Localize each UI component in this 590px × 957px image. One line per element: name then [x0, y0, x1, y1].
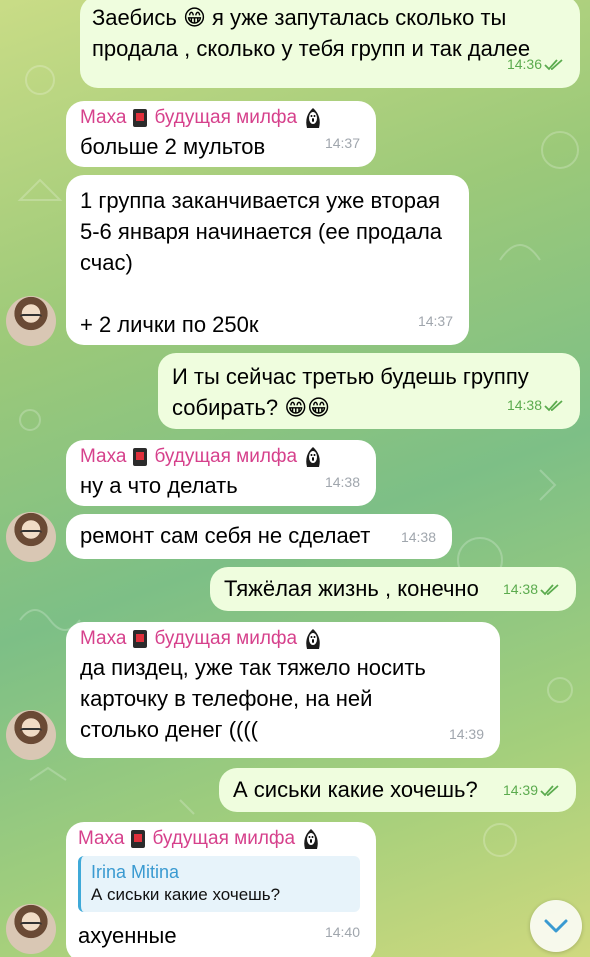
message-text: больше 2 мультов: [80, 134, 266, 159]
reply-author: Irina Mitina: [91, 862, 180, 882]
sender-header: Маха будущая милфа: [80, 626, 486, 652]
message-time: 14:39: [502, 782, 538, 798]
sender-title: будущая милфа: [152, 828, 296, 849]
message-incoming[interactable]: Маха будущая милфа да пиздец, уже так тя…: [66, 622, 500, 758]
message-text: да пиздец, уже так тяжело носить карточк…: [80, 655, 432, 742]
message-outgoing[interactable]: Заебись 😁 я уже запуталась сколько ты пр…: [80, 0, 580, 88]
message-outgoing[interactable]: А сиськи какие хочешь? 14:39: [219, 768, 576, 812]
message-time: 14:36: [506, 56, 542, 72]
message-incoming[interactable]: Маха будущая милфа ну а что делать 14:38: [66, 440, 376, 506]
message-outgoing[interactable]: Тяжёлая жизнь , конечно 14:38: [210, 567, 576, 611]
message-meta: 14:39: [503, 775, 560, 806]
scream-mask-icon: [304, 829, 318, 849]
message-text: ну а что делать: [80, 473, 238, 498]
sender-header: Маха будущая милфа: [78, 826, 362, 852]
scream-mask-icon: [306, 629, 320, 649]
message-meta: 14:38: [503, 574, 560, 605]
double-check-icon: [544, 399, 563, 411]
sender-name[interactable]: Маха: [80, 444, 126, 470]
sender-name[interactable]: Маха: [80, 626, 126, 652]
sender-name[interactable]: Маха: [80, 105, 126, 131]
message-text: 1 группа заканчивается уже вторая 5-6 ян…: [80, 188, 443, 337]
avatar[interactable]: [6, 904, 56, 954]
avatar[interactable]: [6, 710, 56, 760]
message-outgoing[interactable]: И ты сейчас третью будешь группу собират…: [158, 353, 580, 429]
scream-mask-icon: [306, 447, 320, 467]
reply-text: А сиськи какие хочешь?: [91, 885, 281, 904]
avatar[interactable]: [6, 512, 56, 562]
scroll-down-button[interactable]: [530, 900, 582, 952]
message-time: 14:38: [324, 474, 360, 490]
message-time: 14:39: [448, 726, 484, 742]
sender-title: будущая милфа: [154, 628, 298, 649]
double-check-icon: [544, 58, 563, 70]
message-incoming[interactable]: Маха будущая милфа больше 2 мультов 14:3…: [66, 101, 376, 167]
red-square-icon: [133, 630, 148, 648]
sender-name[interactable]: Маха: [78, 826, 124, 852]
sender-title: будущая милфа: [154, 446, 298, 467]
message-incoming[interactable]: Маха будущая милфа Irina Mitina А сиськи…: [66, 822, 376, 957]
red-square-icon: [133, 109, 148, 127]
red-square-icon: [133, 448, 148, 466]
message-text: ахуенные: [78, 923, 177, 948]
sender-title: будущая милфа: [154, 107, 298, 128]
message-time: 14:37: [324, 135, 360, 151]
sender-header: Маха будущая милфа: [80, 444, 362, 470]
message-text: ремонт сам себя не сделает: [80, 523, 371, 548]
message-meta: 14:37: [325, 128, 360, 159]
message-meta: 14:38: [325, 467, 360, 498]
scream-mask-icon: [306, 108, 320, 128]
message-meta: 14:38: [401, 522, 436, 553]
chevron-down-icon: [544, 919, 568, 933]
message-incoming[interactable]: 1 группа заканчивается уже вторая 5-6 ян…: [66, 175, 469, 345]
message-time: 14:37: [417, 313, 453, 329]
message-meta: 14:36: [507, 49, 564, 80]
message-time: 14:40: [324, 924, 360, 940]
reply-quote[interactable]: Irina Mitina А сиськи какие хочешь?: [78, 856, 360, 912]
message-meta: 14:40: [325, 917, 360, 948]
message-meta: 14:39: [449, 719, 484, 750]
message-time: 14:38: [400, 529, 436, 545]
message-text: Заебись 😁 я уже запуталась сколько ты пр…: [92, 5, 531, 61]
message-time: 14:38: [506, 397, 542, 413]
sender-header: Маха будущая милфа: [80, 105, 362, 131]
message-meta: 14:38: [507, 390, 564, 421]
double-check-icon: [540, 583, 559, 595]
message-time: 14:38: [502, 581, 538, 597]
message-meta: 14:37: [418, 306, 453, 337]
red-square-icon: [131, 830, 146, 848]
message-incoming[interactable]: ремонт сам себя не сделает 14:38: [66, 514, 452, 559]
double-check-icon: [540, 784, 559, 796]
avatar[interactable]: [6, 296, 56, 346]
